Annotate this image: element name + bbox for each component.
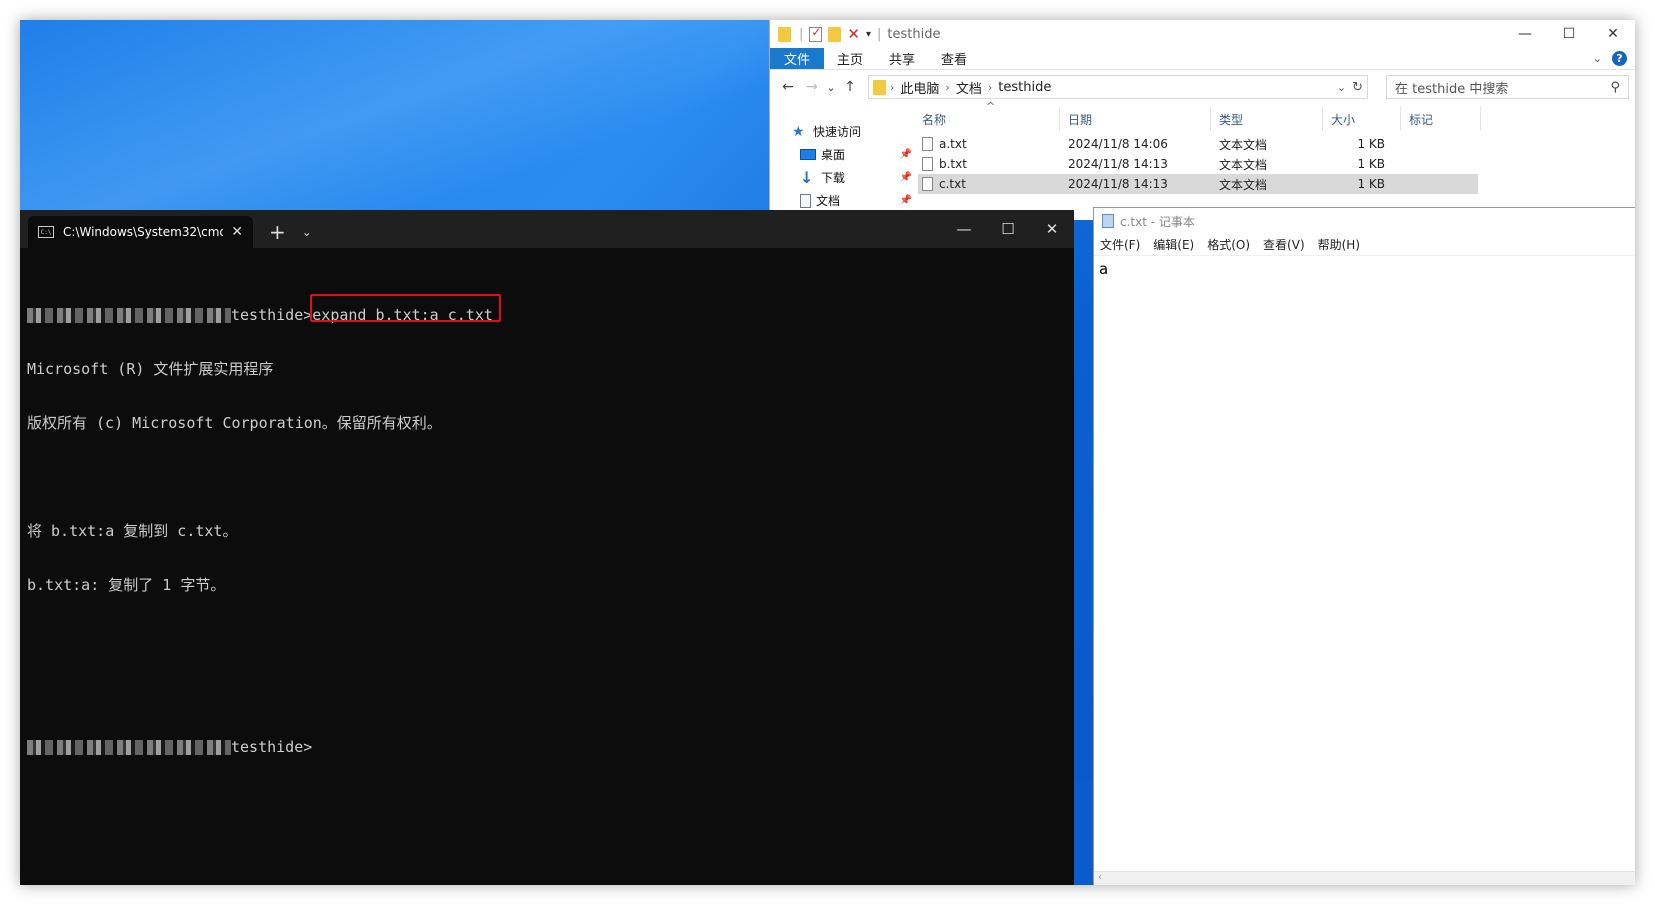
terminal-line: testhide>expand b.txt:a c.txt (27, 294, 1074, 324)
sort-ascending-icon: ^ (986, 100, 996, 113)
file-explorer-window: | ✕ ▾ | testhide — ☐ ✕ 文件 主页 共享 查看 ⌄ ? ← (769, 20, 1635, 220)
breadcrumb-testhide[interactable]: testhide (998, 80, 1051, 95)
nav-item-documents[interactable]: 文档 📌 (770, 189, 914, 212)
notepad-title: c.txt - 记事本 (1120, 214, 1195, 229)
file-row-a-txt[interactable]: a.txt 2024/11/8 14:06 文本文档 1 KB (918, 134, 1478, 154)
notepad-menu-bar: 文件(F) 编辑(E) 格式(O) 查看(V) 帮助(H) (1094, 234, 1635, 256)
cmd-icon: C:\ (38, 226, 54, 238)
folder-icon (778, 26, 791, 42)
ribbon-tabs: 文件 主页 共享 查看 ⌄ ? (770, 48, 1635, 70)
help-icon[interactable]: ? (1612, 51, 1627, 66)
text-file-icon (922, 137, 933, 151)
notepad-title-bar: c.txt - 记事本 (1094, 208, 1635, 234)
new-folder-icon[interactable] (828, 26, 842, 42)
notepad-window: c.txt - 记事本 文件(F) 编辑(E) 格式(O) 查看(V) 帮助(H… (1093, 207, 1635, 885)
column-header-date[interactable]: 日期 (1060, 107, 1211, 131)
redacted-path (27, 740, 231, 755)
terminal-line: Microsoft (R) 文件扩展实用程序 (27, 360, 274, 378)
download-icon: ↓ (800, 167, 814, 187)
terminal-line: b.txt:a: 复制了 1 字节。 (27, 576, 226, 594)
explorer-title-bar: | ✕ ▾ | testhide — ☐ ✕ (770, 20, 1635, 48)
close-tab-icon[interactable]: ✕ (231, 224, 243, 240)
text-file-icon (922, 157, 933, 171)
terminal-tab-title: C:\Windows\System32\cmd.ex (63, 225, 224, 239)
delete-icon[interactable]: ✕ (847, 25, 860, 43)
terminal-tab-bar: C:\ C:\Windows\System32\cmd.ex ✕ + ⌄ — ☐… (20, 210, 1074, 248)
search-placeholder: 在 testhide 中搜索 (1395, 81, 1509, 97)
menu-format[interactable]: 格式(O) (1207, 236, 1250, 253)
desktop-background-strip (1074, 780, 1093, 885)
terminal-window: C:\ C:\Windows\System32\cmd.ex ✕ + ⌄ — ☐… (20, 210, 1074, 885)
document-icon (800, 193, 811, 208)
properties-icon[interactable] (809, 25, 823, 42)
minimize-button[interactable]: — (1503, 20, 1547, 48)
terminal-line: 将 b.txt:a 复制到 c.txt。 (27, 522, 238, 540)
star-icon: ★ (792, 123, 805, 140)
horizontal-scrollbar[interactable]: ‹ (1094, 871, 1635, 885)
explorer-body: ★ 快速访问 桌面 📌 ↓ 下载 📌 文档 📌 ^ 名称 日期 类型 大小 标记… (770, 100, 1635, 220)
pin-icon: 📌 (899, 149, 912, 160)
notepad-text-area[interactable]: a (1094, 256, 1635, 282)
close-button[interactable]: ✕ (1030, 210, 1074, 248)
navigation-pane: ★ 快速访问 桌面 📌 ↓ 下载 📌 文档 📌 (770, 104, 914, 220)
tab-share[interactable]: 共享 (876, 48, 928, 69)
tab-file[interactable]: 文件 (770, 48, 825, 69)
file-row-c-txt[interactable]: c.txt 2024/11/8 14:13 文本文档 1 KB (918, 174, 1478, 194)
column-header-type[interactable]: 类型 (1211, 107, 1323, 131)
chevron-right-icon: › (945, 80, 950, 94)
terminal-window-controls: — ☐ ✕ (942, 210, 1074, 248)
tab-home[interactable]: 主页 (824, 48, 876, 69)
search-input[interactable]: 在 testhide 中搜索 ⚲ (1386, 75, 1629, 99)
menu-help[interactable]: 帮助(H) (1318, 236, 1360, 253)
terminal-output[interactable]: testhide>expand b.txt:a c.txt Microsoft … (20, 248, 1074, 792)
address-row: ← → ⌄ ↑ › 此电脑 › 文档 › testhide ⌄ ↻ 在 test… (770, 70, 1635, 104)
close-button[interactable]: ✕ (1591, 20, 1635, 48)
text-file-icon (922, 177, 933, 191)
expand-ribbon-icon[interactable]: ⌄ (1593, 52, 1602, 65)
tab-view[interactable]: 查看 (928, 48, 980, 69)
column-header-tags[interactable]: 标记 (1401, 107, 1481, 131)
forward-button[interactable]: → (800, 79, 824, 95)
explorer-window-controls: — ☐ ✕ (1503, 20, 1635, 48)
pin-icon: 📌 (899, 172, 912, 183)
explorer-title: testhide (887, 26, 941, 42)
terminal-line: 版权所有 (c) Microsoft Corporation。保留所有权利。 (27, 414, 442, 432)
menu-file[interactable]: 文件(F) (1100, 236, 1140, 253)
customize-toolbar-icon[interactable]: ▾ (866, 29, 871, 40)
address-dropdown-icon[interactable]: ⌄ (1337, 81, 1346, 94)
address-bar[interactable]: › 此电脑 › 文档 › testhide ⌄ ↻ (868, 75, 1368, 99)
menu-edit[interactable]: 编辑(E) (1153, 236, 1194, 253)
minimize-button[interactable]: — (942, 210, 986, 248)
breadcrumb-documents[interactable]: 文档 (956, 78, 982, 97)
file-row-b-txt[interactable]: b.txt 2024/11/8 14:13 文本文档 1 KB (918, 154, 1478, 174)
search-icon: ⚲ (1610, 79, 1620, 95)
up-button[interactable]: ↑ (838, 79, 862, 95)
back-button[interactable]: ← (776, 79, 800, 95)
menu-view[interactable]: 查看(V) (1263, 236, 1305, 253)
notepad-icon (1102, 214, 1114, 228)
refresh-icon[interactable]: ↻ (1352, 80, 1363, 95)
new-tab-button[interactable]: + (269, 216, 286, 248)
chevron-down-icon[interactable]: ⌄ (302, 216, 312, 248)
screenshot: | ✕ ▾ | testhide — ☐ ✕ 文件 主页 共享 查看 ⌄ ? ← (20, 20, 1635, 885)
terminal-tab[interactable]: C:\ C:\Windows\System32\cmd.ex ✕ (28, 216, 253, 248)
pin-icon: 📌 (899, 195, 912, 206)
nav-item-quick-access[interactable]: ★ 快速访问 (770, 120, 914, 143)
desktop-icon (800, 149, 816, 160)
highlight-box (310, 294, 501, 322)
nav-item-desktop[interactable]: 桌面 📌 (770, 143, 914, 166)
file-list-header: ^ 名称 日期 类型 大小 标记 (918, 100, 1635, 134)
recent-locations-button[interactable]: ⌄ (824, 81, 838, 94)
column-header-size[interactable]: 大小 (1323, 107, 1401, 131)
breadcrumb-this-pc[interactable]: 此电脑 (900, 78, 939, 97)
terminal-line: testhide> (27, 738, 1074, 756)
file-list: ^ 名称 日期 类型 大小 标记 a.txt 2024/11/8 14:06 文… (914, 100, 1635, 220)
nav-item-downloads[interactable]: ↓ 下载 📌 (770, 166, 914, 189)
folder-icon (873, 79, 886, 95)
redacted-path (27, 308, 231, 323)
maximize-button[interactable]: ☐ (1547, 20, 1591, 48)
chevron-right-icon: › (987, 80, 993, 94)
chevron-right-icon: › (890, 80, 895, 94)
maximize-button[interactable]: ☐ (986, 210, 1030, 248)
